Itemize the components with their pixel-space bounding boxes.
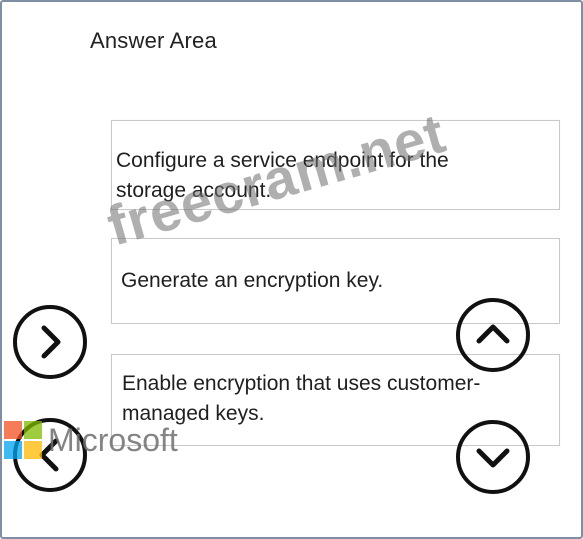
answer-item-text-line-2: storage account. <box>116 179 272 202</box>
microsoft-logo-icon <box>4 421 44 461</box>
answer-item-text-line-1: Configure a service endpoint for the <box>116 149 449 172</box>
answer-item-text-line-1: Generate an encryption key. <box>121 269 384 292</box>
move-right-button[interactable] <box>13 305 87 379</box>
move-up-button[interactable] <box>456 298 530 372</box>
answer-item-configure-service-endpoint[interactable]: Configure a service endpoint for the sto… <box>111 120 560 210</box>
answer-area-title: Answer Area <box>90 28 217 53</box>
chevron-up-icon <box>476 324 510 344</box>
chevron-right-icon <box>41 325 61 359</box>
move-down-button[interactable] <box>456 420 530 494</box>
answer-item-text-line-1: Enable encryption that uses customer- <box>122 372 481 395</box>
chevron-down-icon <box>476 448 510 468</box>
